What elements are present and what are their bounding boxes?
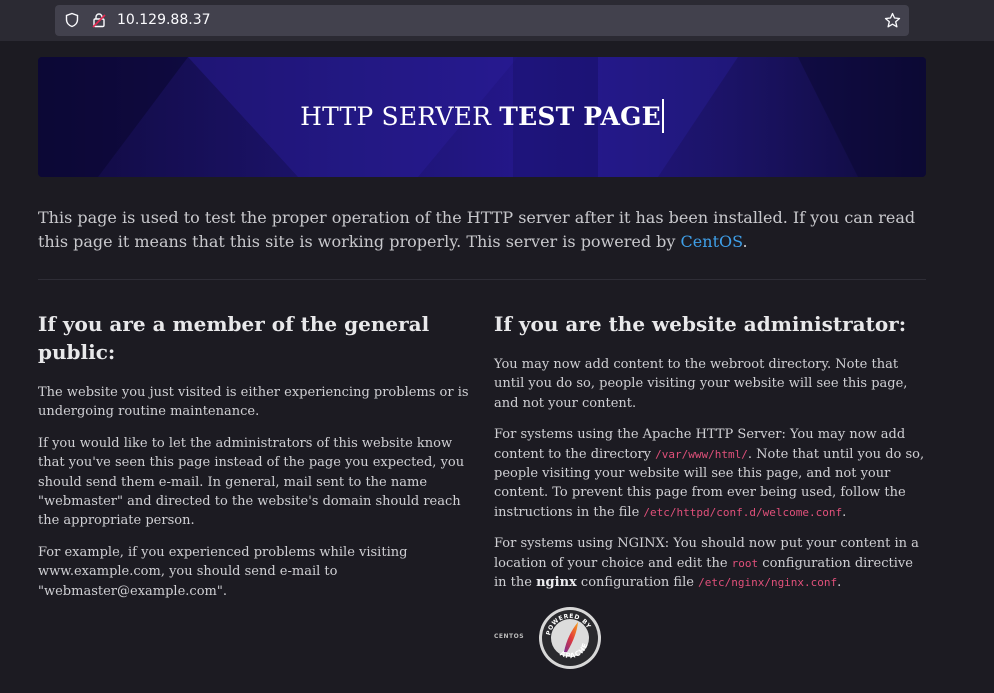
centos-link[interactable]: CentOS xyxy=(681,232,743,251)
public-paragraph-2: If you would like to let the administrat… xyxy=(38,435,465,529)
admin-paragraph-3: For systems using NGINX: You should now … xyxy=(494,534,926,592)
shield-icon[interactable] xyxy=(64,12,80,28)
address-bar[interactable]: 10.129.88.37 xyxy=(55,5,909,36)
divider xyxy=(38,279,926,280)
welcome-conf-path: /etc/httpd/conf.d/welcome.conf xyxy=(643,505,843,519)
admin-p3-end: . xyxy=(837,575,842,591)
logos: CENTOS POWERED BY APACHE xyxy=(494,606,614,672)
nginx-conf-path: /etc/nginx/nginx.conf xyxy=(698,576,838,590)
title-light: HTTP SERVER xyxy=(300,102,500,131)
public-paragraph-1: The website you just visited is either e… xyxy=(38,385,469,420)
header-banner: HTTP SERVER TEST PAGE xyxy=(38,57,926,177)
intro-paragraph: This page is used to test the proper ope… xyxy=(38,206,928,254)
public-section: If you are a member of the general publi… xyxy=(38,310,470,613)
title-bold: TEST PAGE xyxy=(499,102,661,131)
admin-paragraph-2: For systems using the Apache HTTP Server… xyxy=(494,425,926,522)
intro-text-end: . xyxy=(742,232,748,251)
admin-p3-text-3: configuration file xyxy=(576,575,699,591)
insecure-lock-icon[interactable] xyxy=(91,12,107,28)
nginx-bold: nginx xyxy=(536,575,577,591)
public-paragraph-3: For example, if you experienced problems… xyxy=(38,544,408,599)
centos-logo: CENTOS xyxy=(494,633,525,640)
root-directive: root xyxy=(731,556,759,570)
url-text[interactable]: 10.129.88.37 xyxy=(117,5,211,36)
intro-text: This page is used to test the proper ope… xyxy=(38,208,916,251)
page-title: HTTP SERVER TEST PAGE xyxy=(38,57,926,177)
text-caret xyxy=(661,98,664,133)
admin-paragraph-1: You may now add content to the webroot d… xyxy=(494,357,908,411)
admin-p2-end: . xyxy=(842,504,847,520)
powered-by-apache-logo: POWERED BY APACHE xyxy=(539,607,601,669)
browser-toolbar: 10.129.88.37 xyxy=(0,0,994,41)
webroot-path: /var/www/html/ xyxy=(655,447,748,461)
bookmark-star-icon[interactable] xyxy=(884,12,901,29)
public-heading: If you are a member of the general publi… xyxy=(38,312,430,364)
admin-heading: If you are the website administrator: xyxy=(494,312,907,336)
admin-section: If you are the website administrator: Yo… xyxy=(494,310,926,604)
